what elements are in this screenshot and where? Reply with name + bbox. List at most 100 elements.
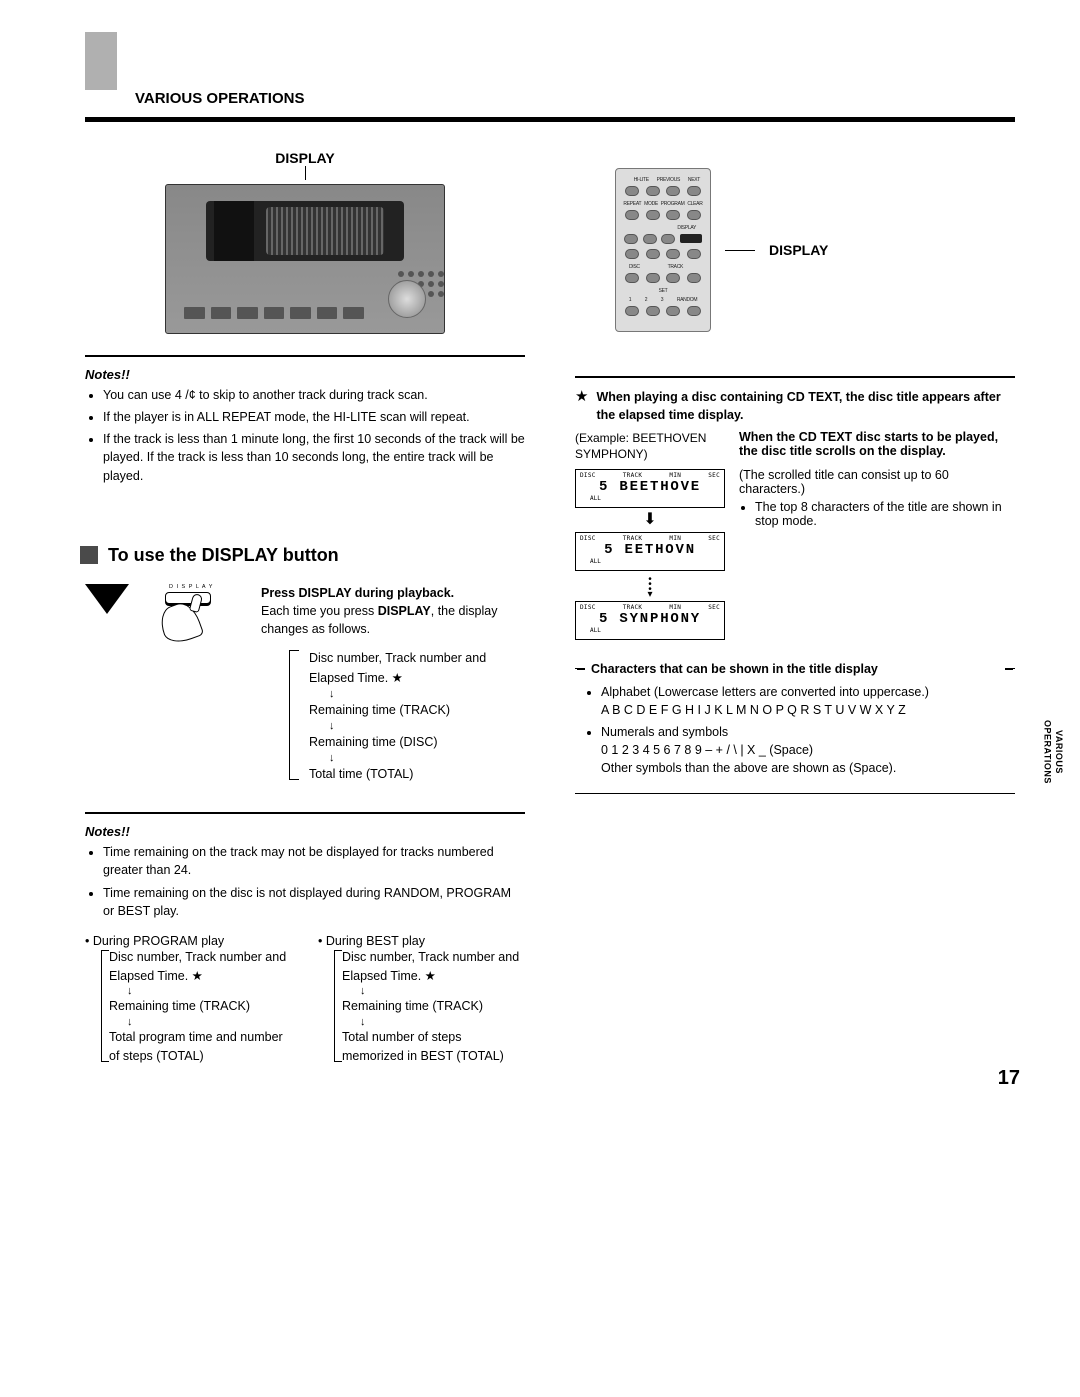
cycle-item: Remaining time (TRACK) <box>299 700 525 720</box>
lcd-value: 5 BEETHOVE <box>580 479 720 495</box>
remote-label: HI-LITE <box>634 177 649 183</box>
display-label-player: DISPLAY <box>85 150 525 166</box>
character-set-box: Characters that can be shown in the titl… <box>575 668 1015 795</box>
lcd-label: TRACK <box>623 535 643 542</box>
notes-list: Time remaining on the track may not be d… <box>85 843 525 920</box>
arrow-down-icon: ↓ <box>342 985 525 997</box>
lcd-label: MIN <box>669 535 681 542</box>
step-text-part: Each time you press <box>261 604 378 618</box>
scroll-heading: When the CD TEXT disc starts to be playe… <box>739 430 998 458</box>
cd-player-illustration <box>85 184 525 337</box>
note-item: Time remaining on the track may not be d… <box>103 843 525 879</box>
best-play-label: During BEST play <box>326 934 425 948</box>
cycle-item: Remaining time (TRACK) <box>109 997 292 1016</box>
subsection-header: To use the DISPLAY button <box>80 545 525 566</box>
play-mode-cycles: • During PROGRAM play Disc number, Track… <box>85 934 525 1066</box>
lcd-label: ALL <box>580 558 720 565</box>
arrow-down-icon: ↓ <box>109 1016 292 1028</box>
remote-label: SET <box>659 288 668 294</box>
remote-display-key-label: DISPLAY <box>677 225 696 231</box>
lcd-label: ALL <box>580 627 720 634</box>
lcd-display: DISC TRACK MIN SEC 5 SYNPHONY ALL <box>575 601 725 640</box>
step-text: Press DISPLAY during playback. Each time… <box>261 584 525 795</box>
cycle-item: Disc number, Track number and Elapsed Ti… <box>109 948 292 986</box>
display-cycle-diagram: Disc number, Track number and Elapsed Ti… <box>291 648 525 784</box>
star-note-text: When playing a disc containing CD TEXT, … <box>596 388 1015 424</box>
char-item: Alphabet (Lowercase letters are converte… <box>601 683 1007 719</box>
cycle-bracket-icon <box>101 950 109 1062</box>
remote-label: PREVIOUS <box>657 177 680 183</box>
manual-page: VARIOUS OPERATIONS DISPLAY <box>0 0 1080 1116</box>
subsection-title: To use the DISPLAY button <box>108 545 339 566</box>
arrow-down-icon: ↓ <box>299 720 525 732</box>
notes-heading: Notes!! <box>85 367 525 382</box>
lcd-value: 5 EETHOVN <box>580 542 720 558</box>
note-item: If the player is in ALL REPEAT mode, the… <box>103 408 525 426</box>
program-cycle: Disc number, Track number and Elapsed Ti… <box>103 948 292 1066</box>
remote-label: NEXT <box>688 177 700 183</box>
divider <box>85 355 525 357</box>
display-label-remote: DISPLAY <box>769 242 828 258</box>
lcd-label: SEC <box>708 604 720 611</box>
arrow-down-icon: ↓ <box>342 1016 525 1028</box>
program-play-label: During PROGRAM play <box>93 934 224 948</box>
lcd-value: 5 SYNPHONY <box>580 611 720 627</box>
cycle-item: Disc number, Track number and Elapsed Ti… <box>342 948 525 986</box>
remote-label: REPEAT <box>623 201 641 207</box>
cycle-item: Total number of steps memorized in BEST … <box>342 1028 525 1066</box>
lcd-label: MIN <box>669 472 681 479</box>
right-column: HI-LITE PREVIOUS NEXT REPEAT MODE PROGRA… <box>575 150 1015 1066</box>
notes-list: You can use 4 /¢ to skip to another trac… <box>85 386 525 485</box>
left-column: DISPLAY <box>85 150 525 1066</box>
remote-label: DISC <box>629 264 640 270</box>
remote-label: RANDOM <box>677 297 697 303</box>
step-heading: Press DISPLAY during playback. <box>261 586 454 600</box>
square-bullet-icon <box>80 546 98 564</box>
lcd-label: SEC <box>708 535 720 542</box>
side-section-tab: VARIOUS OPERATIONS <box>1041 720 1064 784</box>
remote-display-key <box>680 234 702 243</box>
lcd-label: MIN <box>669 604 681 611</box>
lcd-label: TRACK <box>623 604 643 611</box>
lcd-label: DISC <box>580 472 596 479</box>
scroll-note: (The scrolled title can consist up to 60… <box>739 468 1015 496</box>
divider <box>85 812 525 814</box>
chapter-tab <box>85 32 117 90</box>
arrow-down-icon: ↓ <box>299 752 525 764</box>
lcd-label: DISC <box>580 535 596 542</box>
cycle-bracket-icon <box>334 950 342 1062</box>
leader-line <box>305 166 306 180</box>
arrow-down-icon: ↓ <box>299 688 525 700</box>
lcd-label: TRACK <box>623 472 643 479</box>
cycle-item: Disc number, Track number and Elapsed Ti… <box>299 648 525 688</box>
example-label: (Example: BEETHOVEN SYMPHONY) <box>575 430 725 462</box>
page-number: 17 <box>998 1067 1020 1090</box>
divider <box>575 376 1015 378</box>
step-row: D I S P L A Y Press DISPLAY during playb… <box>85 584 525 795</box>
triangle-down-icon <box>85 584 129 614</box>
scroll-info: When the CD TEXT disc starts to be playe… <box>739 430 1015 528</box>
char-item: Numerals and symbols 0 1 2 3 4 5 6 7 8 9… <box>601 723 1007 777</box>
lcd-display: DISC TRACK MIN SEC 5 EETHOVN ALL <box>575 532 725 571</box>
cycle-bracket-icon <box>289 650 299 780</box>
lcd-display: DISC TRACK MIN SEC 5 BEETHOVE ALL <box>575 469 725 508</box>
arrow-down-icon: ⬇ <box>575 512 725 528</box>
dotted-arrow-icon: •••▾ <box>575 577 725 597</box>
lcd-label: ALL <box>580 495 720 502</box>
section-title: VARIOUS OPERATIONS <box>135 90 1015 107</box>
char-box-title: Characters that can be shown in the titl… <box>591 662 878 676</box>
cycle-item: Remaining time (TRACK) <box>342 997 525 1016</box>
notes-heading: Notes!! <box>85 824 525 839</box>
remote-label: PROGRAM <box>661 201 685 207</box>
scroll-bullet: The top 8 characters of the title are sh… <box>755 500 1015 528</box>
remote-figure: HI-LITE PREVIOUS NEXT REPEAT MODE PROGRA… <box>615 168 1015 332</box>
remote-label: MODE <box>644 201 658 207</box>
remote-label: 2 <box>645 297 647 303</box>
remote-label: TRACK <box>668 264 683 270</box>
display-button-illustration: D I S P L A Y <box>151 584 243 642</box>
lcd-label: DISC <box>580 604 596 611</box>
lcd-label: SEC <box>708 472 720 479</box>
note-item: Time remaining on the disc is not displa… <box>103 884 525 920</box>
note-item: If the track is less than 1 minute long,… <box>103 430 525 484</box>
arrow-down-icon: ↓ <box>109 985 292 997</box>
